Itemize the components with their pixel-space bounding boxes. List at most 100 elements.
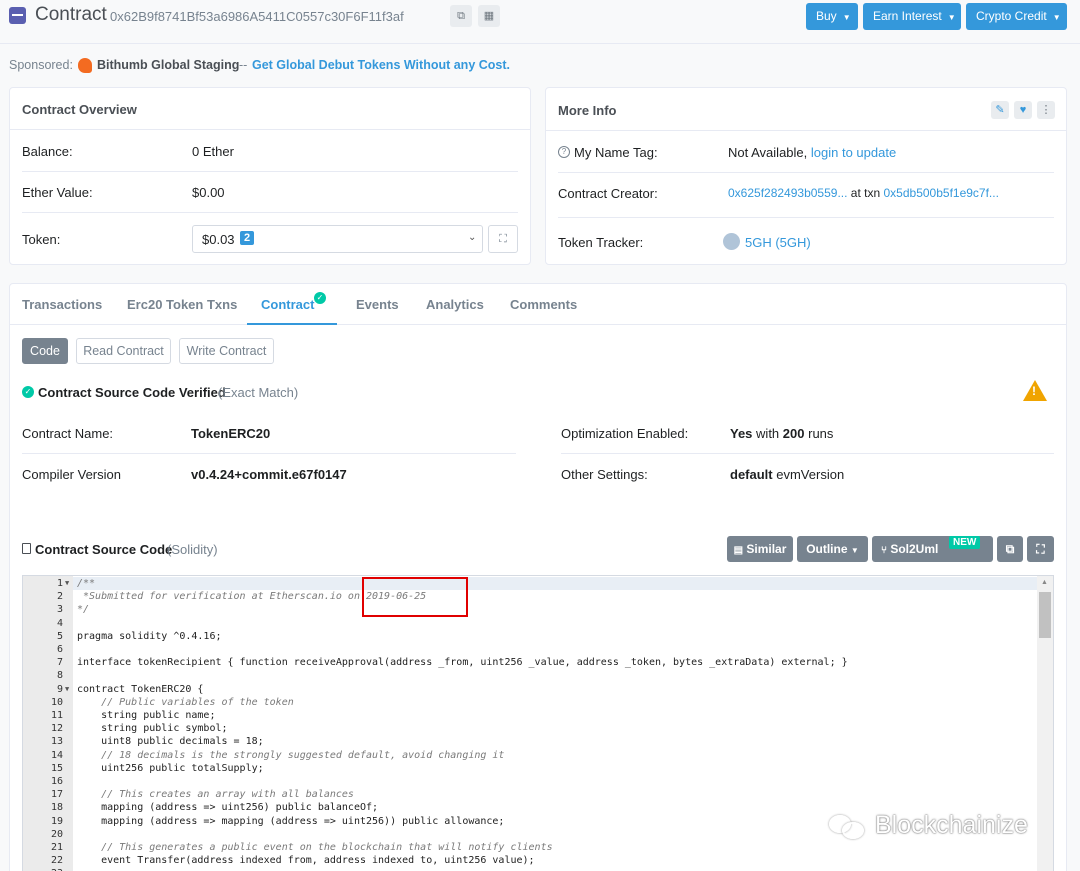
scroll-up-icon[interactable]: ▲ [1041, 579, 1048, 586]
code-line: 9 ▼ contract TokenERC20 { [23, 683, 1037, 696]
token-dropdown[interactable]: $0.03 2 ⌄ [192, 225, 483, 253]
line-number: 12 [50, 723, 63, 735]
tab-erc20-token-txns[interactable]: Erc20 Token Txns [127, 297, 237, 312]
copy-code-icon[interactable]: ⧉ [997, 536, 1023, 562]
optimization-value: Yes with 200 runs [730, 426, 833, 441]
creator-address-link[interactable]: 0x625f282493b0559... [728, 186, 847, 200]
verified-note: (Exact Match) [218, 385, 299, 400]
code-line: 6 [23, 643, 1037, 656]
similar-button[interactable]: ▤ Similar [727, 536, 793, 562]
opt-runs: 200 [782, 426, 805, 441]
code-line: 7 interface tokenRecipient { function rec… [23, 656, 1037, 669]
fold-arrow-icon[interactable]: ▼ [65, 683, 69, 696]
line-number: 1 [56, 578, 63, 589]
info-circle-icon: ? [558, 146, 570, 158]
tab-analytics[interactable]: Analytics [426, 297, 484, 312]
more-icon[interactable]: ⋮ [1037, 101, 1055, 119]
code-line: 17 // This creates an array with all bal… [23, 788, 1037, 801]
line-number: 8 [56, 670, 63, 682]
line-number: 17 [50, 789, 63, 801]
fullscreen-icon[interactable]: ⛶ [1027, 536, 1054, 562]
tab-comments[interactable]: Comments [510, 297, 577, 312]
sponsor-separator: -- [239, 58, 248, 72]
heart-icon[interactable]: ♥ [1014, 101, 1032, 119]
file-icon: ▤ [733, 545, 744, 556]
token-value: $0.03 [202, 232, 235, 247]
code-line: 16 [23, 775, 1037, 788]
code-text: uint8 public decimals = 18; [77, 736, 264, 748]
code-text: */ [77, 604, 90, 616]
line-number: 5 [56, 630, 63, 642]
line-number: 19 [50, 815, 63, 827]
optimization-label: Optimization Enabled: [561, 426, 689, 441]
line-number: 6 [56, 644, 63, 655]
subtab-write-contract[interactable]: Write Contract [179, 338, 274, 364]
line-number: 13 [50, 736, 63, 748]
copy-icon[interactable]: ⧉ [450, 5, 472, 27]
opt-yes: Yes [730, 426, 753, 441]
code-line: 4 [23, 617, 1037, 630]
diagram-icon: ⑂ [881, 545, 887, 556]
balance-value: 0 Ether [192, 144, 234, 159]
contract-name-value: TokenERC20 [191, 426, 271, 441]
ether-value-label: Ether Value: [22, 185, 93, 200]
verified-icon: ✓ [22, 386, 34, 398]
code-line: 23 [23, 867, 1037, 871]
code-text: // This creates an array with all balanc… [77, 789, 354, 801]
code-text: // 18 decimals is the strongly suggested… [77, 749, 505, 761]
tab-active-underline [247, 323, 337, 325]
creator-txn-link[interactable]: 0x5db500b5f1e9c7f... [884, 186, 999, 200]
contract-address: 0x62B9f8741Bf53a6986A5411C0557c30F6F11f3… [110, 9, 404, 24]
tracker-link[interactable]: 5GH (5GH) [745, 235, 811, 250]
buy-button[interactable]: Buy ▼ [806, 3, 858, 30]
token-label: Token: [22, 232, 61, 247]
other-settings-value: default evmVersion [730, 467, 844, 482]
line-number: 20 [50, 828, 63, 840]
tab-contract[interactable]: Contract [261, 297, 314, 312]
line-number: 3 [56, 604, 63, 616]
fold-arrow-icon[interactable]: ▼ [65, 577, 69, 590]
chevron-down-icon: ⌄ [468, 232, 477, 243]
creator-value: 0x625f282493b0559... at txn 0x5db500b5f1… [728, 186, 999, 200]
code-line: 13 uint8 public decimals = 18; [23, 735, 1037, 748]
settings-default: default [730, 467, 773, 482]
tab-events[interactable]: Events [356, 297, 399, 312]
outline-button[interactable]: Outline ▼ [797, 536, 868, 562]
line-number: 15 [50, 762, 63, 774]
code-line: 5 pragma solidity ^0.4.16; [23, 630, 1037, 643]
qr-code-icon[interactable]: ▦ [478, 5, 500, 27]
login-link[interactable]: login to update [811, 145, 896, 160]
settings-evm: evmVersion [776, 467, 845, 482]
ether-value: $0.00 [192, 185, 225, 200]
sponsor-name[interactable]: Bithumb Global Staging [97, 58, 239, 72]
code-text: mapping (address => mapping (address => … [77, 815, 505, 827]
code-line: 10 // Public variables of the token [23, 696, 1037, 709]
more-info-card: More Info ✎ ♥ ⋮ ? My Name Tag: Not Avail… [545, 87, 1067, 265]
line-number: 11 [50, 710, 63, 721]
scrollbar-thumb[interactable] [1039, 592, 1051, 638]
contract-name-label: Contract Name: [22, 426, 114, 441]
earn-interest-button[interactable]: Earn Interest ▼ [863, 3, 961, 30]
name-tag-label: My Name Tag: [574, 145, 658, 160]
code-text: string public symbol; [77, 723, 228, 735]
code-text: contract TokenERC20 { [77, 683, 204, 695]
name-tag-value: Not Available, login to update [728, 145, 896, 160]
line-number: 9 [56, 683, 63, 695]
token-count-badge: 2 [240, 231, 255, 245]
page-title: Contract [35, 4, 107, 25]
chevron-down-icon: ▼ [947, 13, 956, 22]
crypto-credit-button[interactable]: Crypto Credit ▼ [966, 3, 1067, 30]
sponsor-link[interactable]: Get Global Debut Tokens Without any Cost… [252, 58, 510, 72]
tab-transactions[interactable]: Transactions [22, 297, 102, 312]
code-text: uint256 public totalSupply; [77, 762, 264, 774]
source-lang: (Solidity) [167, 542, 218, 557]
line-number: 22 [50, 855, 63, 867]
wand-icon[interactable]: ✎ [991, 101, 1009, 119]
scrollbar[interactable]: ▲ [1037, 576, 1053, 871]
new-badge: NEW [949, 536, 981, 549]
subtab-read-contract[interactable]: Read Contract [76, 338, 171, 364]
subtab-code[interactable]: Code [22, 338, 68, 364]
code-line: 14 // 18 decimals is the strongly sugges… [23, 749, 1037, 762]
warning-icon[interactable]: ! [1023, 380, 1047, 401]
expand-icon[interactable]: ⛶ [488, 225, 518, 253]
